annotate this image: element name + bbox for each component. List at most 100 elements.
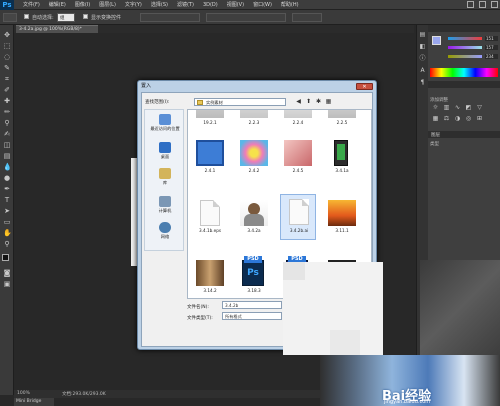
red-value[interactable]: 151 xyxy=(485,36,498,41)
auto-select-checkbox[interactable] xyxy=(24,14,29,19)
menu-select[interactable]: 选择(S) xyxy=(151,1,168,8)
foreground-color-chip[interactable] xyxy=(432,36,441,45)
up-folder-icon[interactable]: ⬆ xyxy=(304,97,313,106)
menu-file[interactable]: 文件(F) xyxy=(23,1,40,8)
menu-image[interactable]: 图像(I) xyxy=(75,1,90,8)
quick-select-tool-icon[interactable]: ✎ xyxy=(3,64,11,72)
file-item[interactable]: 2.4.5 xyxy=(280,138,316,188)
file-item[interactable]: 3.4.1a xyxy=(324,138,360,188)
info-panel-icon[interactable]: ⓘ xyxy=(419,55,426,62)
history-panel-icon[interactable]: ▤ xyxy=(419,31,426,38)
green-slider[interactable] xyxy=(448,46,482,49)
paragraph-panel-icon[interactable]: ¶ xyxy=(419,79,426,86)
document-tab[interactable]: 3-4.2a.jpg @ 100%(RGB/8)* xyxy=(16,25,98,33)
place-recent[interactable]: 最近访问的位置 xyxy=(145,112,185,136)
clone-stamp-tool-icon[interactable]: ⚲ xyxy=(3,119,11,127)
photo-filter-icon[interactable]: ◎ xyxy=(465,115,472,122)
channel-mixer-icon[interactable]: ⊞ xyxy=(476,115,483,122)
file-item[interactable]: 2.4.1 xyxy=(192,138,228,188)
red-slider[interactable] xyxy=(448,37,482,40)
path-select-tool-icon[interactable]: ➤ xyxy=(3,207,11,215)
file-item[interactable]: 3.4.2a xyxy=(236,198,272,248)
properties-panel-icon[interactable]: ◧ xyxy=(419,43,426,50)
new-folder-icon[interactable]: ✱ xyxy=(314,97,323,106)
hue-icon[interactable]: ▦ xyxy=(432,115,439,122)
show-transform-checkbox[interactable] xyxy=(83,14,88,19)
menu-3d[interactable]: 3D(D) xyxy=(203,2,218,8)
move-tool-preset-button[interactable] xyxy=(3,13,17,22)
view-menu-icon[interactable]: ▦ xyxy=(324,97,333,106)
move-tool-icon[interactable]: ✥ xyxy=(3,31,11,39)
file-name-input[interactable]: 3.4.2b xyxy=(222,301,282,309)
marquee-tool-icon[interactable]: ⬚ xyxy=(3,42,11,50)
file-item[interactable]: 2.2.4 xyxy=(280,110,316,140)
menu-bar: Ps 文件(F) 编辑(E) 图像(I) 图层(L) 文字(Y) 选择(S) 滤… xyxy=(0,0,500,10)
zoom-level[interactable]: 100% xyxy=(17,391,30,396)
file-item[interactable]: Ps PSD 3.18.3 xyxy=(236,256,272,298)
shape-tool-icon[interactable]: ▭ xyxy=(3,218,11,226)
dialog-close-button[interactable]: ✕ xyxy=(356,83,373,90)
file-item[interactable]: 2.4.2 xyxy=(236,138,272,188)
green-value[interactable]: 157 xyxy=(485,45,498,50)
blur-tool-icon[interactable]: 💧 xyxy=(3,163,12,171)
healing-tool-icon[interactable]: ✚ xyxy=(3,97,11,105)
menu-edit[interactable]: 编辑(E) xyxy=(49,1,66,8)
character-panel-icon[interactable]: A xyxy=(419,67,426,74)
black-white-icon[interactable]: ◑ xyxy=(454,115,461,122)
brightness-icon[interactable]: ☼ xyxy=(432,104,439,111)
vibrance-icon[interactable]: ▽ xyxy=(476,104,483,111)
file-item[interactable]: 3.4.1b.eps xyxy=(192,198,228,248)
file-item[interactable]: 2.2.3 xyxy=(236,110,272,140)
place-network[interactable]: 网络 xyxy=(145,220,185,244)
file-item[interactable]: 3.11.1 xyxy=(324,198,360,248)
place-computer[interactable]: 计算机 xyxy=(145,194,185,218)
place-library[interactable]: 库 xyxy=(145,166,185,190)
file-type-select[interactable]: 所有格式 xyxy=(222,312,282,320)
close-icon[interactable] xyxy=(491,1,498,8)
menu-help[interactable]: 帮助(H) xyxy=(281,1,299,8)
dodge-tool-icon[interactable]: ● xyxy=(3,174,11,182)
maximize-icon[interactable] xyxy=(479,1,486,8)
foreground-color-swatch[interactable] xyxy=(2,254,9,261)
file-item[interactable]: 2.2.5 xyxy=(324,110,360,140)
blue-slider[interactable] xyxy=(448,55,482,58)
eraser-tool-icon[interactable]: ◫ xyxy=(3,141,11,149)
color-balance-icon[interactable]: ⚖ xyxy=(443,115,450,122)
gradient-tool-icon[interactable]: ▤ xyxy=(3,152,11,160)
eyedropper-tool-icon[interactable]: ✐ xyxy=(3,86,11,94)
screen-mode-icon[interactable]: ▣ xyxy=(3,280,11,288)
hand-tool-icon[interactable]: ✋ xyxy=(3,229,12,237)
align-buttons[interactable] xyxy=(140,13,200,22)
mini-bridge-tab[interactable]: Mini Bridge xyxy=(14,398,54,406)
exposure-icon[interactable]: ◩ xyxy=(465,104,472,111)
distribute-buttons[interactable] xyxy=(206,13,286,22)
back-icon[interactable]: ◀ xyxy=(294,97,303,106)
menu-view[interactable]: 视图(V) xyxy=(227,1,244,8)
curves-icon[interactable]: ∿ xyxy=(454,104,461,111)
3d-mode-buttons[interactable] xyxy=(292,13,322,22)
layers-tab[interactable]: 图层 xyxy=(431,132,440,138)
menu-layer[interactable]: 图层(L) xyxy=(99,1,116,8)
history-brush-tool-icon[interactable]: ✍ xyxy=(3,130,11,138)
lasso-tool-icon[interactable]: ◌ xyxy=(3,53,11,61)
auto-select-dropdown[interactable]: 组 xyxy=(57,13,75,22)
menu-filter[interactable]: 滤镜(T) xyxy=(177,1,194,8)
file-item[interactable]: 3.14.2 xyxy=(192,258,228,298)
look-in-dropdown[interactable]: 实例素材 xyxy=(194,98,286,106)
minimize-icon[interactable] xyxy=(467,1,474,8)
file-item[interactable]: 19.2.1 xyxy=(192,110,228,140)
quick-mask-icon[interactable]: ◙ xyxy=(3,269,11,277)
menu-type[interactable]: 文字(Y) xyxy=(125,1,142,8)
pen-tool-icon[interactable]: ✒ xyxy=(3,185,11,193)
blue-value[interactable]: 234 xyxy=(485,54,498,59)
layer-kind-filter[interactable]: 类型 xyxy=(430,141,439,147)
type-tool-icon[interactable]: T xyxy=(3,196,11,204)
color-ramp[interactable] xyxy=(430,68,498,77)
file-item-selected[interactable]: 3.4.2b.ai xyxy=(280,194,316,240)
place-desktop[interactable]: 桌面 xyxy=(145,140,185,164)
menu-window[interactable]: 窗口(W) xyxy=(253,1,272,8)
levels-icon[interactable]: ▥ xyxy=(443,104,450,111)
brush-tool-icon[interactable]: ✏ xyxy=(3,108,11,116)
crop-tool-icon[interactable]: ⌗ xyxy=(3,75,11,83)
zoom-tool-icon[interactable]: ⚲ xyxy=(3,240,11,248)
